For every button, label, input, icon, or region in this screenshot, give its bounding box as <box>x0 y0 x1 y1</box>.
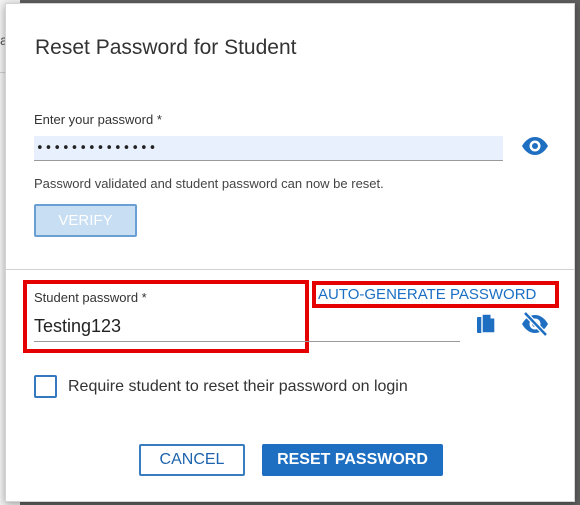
reset-password-button[interactable]: RESET PASSWORD <box>262 444 443 476</box>
reset-password-dialog: Reset Password for Student Enter your pa… <box>5 3 575 502</box>
student-password-label: Student password * <box>34 290 147 305</box>
eye-icon <box>522 137 548 155</box>
require-reset-checkbox[interactable] <box>34 375 57 398</box>
section-divider <box>6 269 574 270</box>
auto-generate-password-link[interactable]: AUTO-GENERATE PASSWORD <box>318 286 536 303</box>
dialog-title: Reset Password for Student <box>35 36 297 59</box>
copy-icon <box>477 313 496 334</box>
hide-password-button[interactable] <box>521 311 549 337</box>
require-reset-label: Require student to reset their password … <box>68 378 408 395</box>
copy-password-button[interactable] <box>476 313 496 337</box>
validated-message: Password validated and student password … <box>34 176 384 191</box>
show-password-button[interactable] <box>521 136 549 156</box>
cancel-button[interactable]: CANCEL <box>139 444 245 476</box>
enter-password-label: Enter your password * <box>34 112 162 127</box>
eye-slash-icon <box>522 311 548 337</box>
enter-password-input[interactable]: •••••••••••••• <box>34 136 503 161</box>
verify-button[interactable]: VERIFY <box>34 204 137 237</box>
student-password-input[interactable]: Testing123 <box>34 312 460 342</box>
